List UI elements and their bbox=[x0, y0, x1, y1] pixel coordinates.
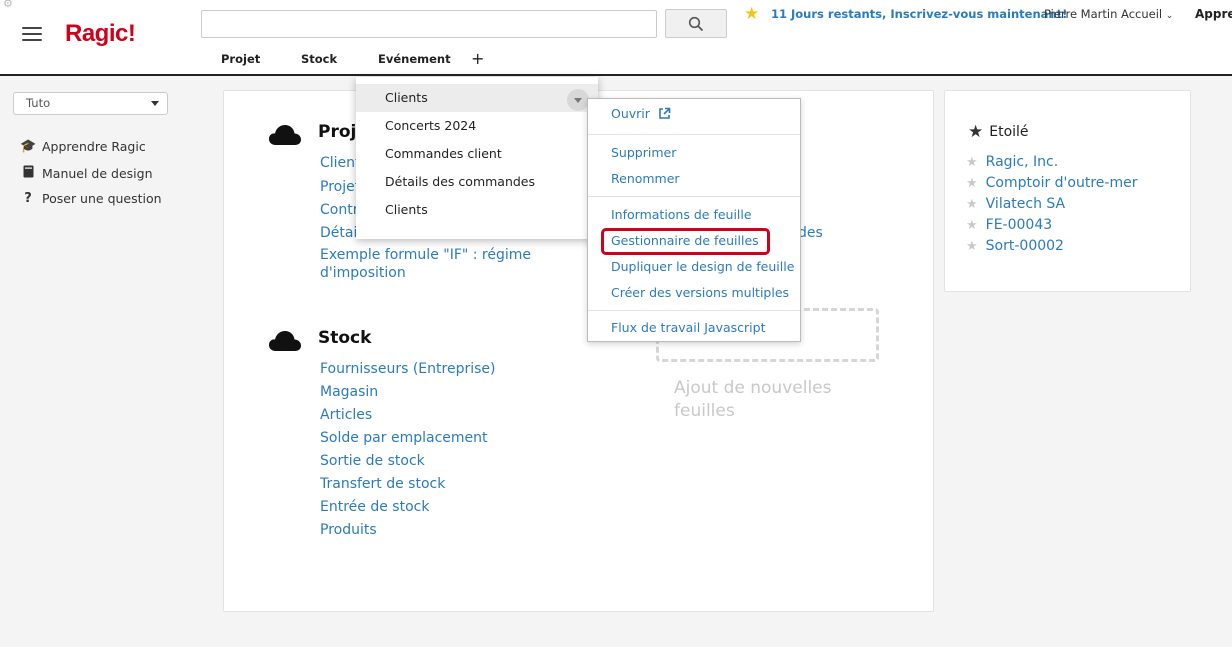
sheet-link[interactable]: Sortie de stock bbox=[320, 453, 425, 469]
delete-menu-item[interactable]: Supprimer bbox=[611, 145, 676, 160]
tab-dropdown-menu: Clients Concerts 2024 Commandes client D… bbox=[356, 77, 598, 239]
sheet-link[interactable]: Exemple formule "IF" : régime bbox=[320, 247, 531, 263]
starred-item[interactable]: ★ Comptoir d'outre-mer bbox=[966, 175, 1137, 191]
book-icon bbox=[20, 165, 36, 182]
learn-menu[interactable]: Appren bbox=[1195, 7, 1232, 21]
starred-panel bbox=[944, 90, 1191, 292]
search-input[interactable] bbox=[201, 10, 657, 38]
starred-item-label: Vilatech SA bbox=[985, 196, 1066, 212]
sidebar-item-label: Apprendre Ragic bbox=[42, 139, 146, 154]
open-menu-item[interactable]: Ouvrir bbox=[611, 106, 671, 121]
tab-evenement[interactable]: Evénement bbox=[378, 52, 451, 66]
star-icon: ★ bbox=[966, 217, 978, 233]
sheet-options-button[interactable] bbox=[567, 89, 589, 111]
multiple-versions-menu-item[interactable]: Créer des versions multiples bbox=[611, 285, 789, 300]
starred-title-label: Etoilé bbox=[989, 124, 1029, 140]
cloud-icon bbox=[269, 125, 301, 145]
gear-icon[interactable]: ⚙ bbox=[3, 0, 13, 10]
caret-down-icon bbox=[151, 101, 159, 106]
menu-item-sheet[interactable]: Concerts 2024 bbox=[356, 112, 598, 140]
chevron-down-icon: ⌄ bbox=[1165, 11, 1174, 21]
sidebar-item-label: Manuel de design bbox=[42, 166, 153, 181]
menu-divider bbox=[588, 196, 800, 197]
trial-star-icon: ★ bbox=[744, 4, 760, 24]
cloud-icon bbox=[269, 331, 301, 351]
top-header: ⚙ Ragic! ★ 11 Jours restants, Inscrivez-… bbox=[0, 0, 1232, 76]
sheet-link[interactable]: Fournisseurs (Entreprise) bbox=[320, 361, 495, 377]
hamburger-menu-icon[interactable] bbox=[22, 27, 42, 41]
menu-item-sheet[interactable]: Commandes client bbox=[356, 140, 598, 168]
menu-item-sheet[interactable]: Détails des commandes bbox=[356, 168, 598, 196]
starred-item-label: Sort-00002 bbox=[985, 238, 1064, 254]
sheet-link[interactable]: Projet bbox=[320, 179, 360, 195]
sheet-link-fragment[interactable]: des bbox=[798, 225, 823, 241]
search-button[interactable] bbox=[665, 9, 727, 38]
open-label: Ouvrir bbox=[611, 106, 650, 121]
sheet-link[interactable]: Transfert de stock bbox=[320, 476, 445, 492]
star-icon: ★ bbox=[966, 175, 978, 191]
star-icon: ★ bbox=[966, 238, 978, 254]
star-icon: ★ bbox=[966, 154, 978, 170]
caret-down-icon bbox=[574, 97, 582, 103]
sheet-link[interactable]: Magasin bbox=[320, 384, 378, 400]
sheet-link[interactable]: Articles bbox=[320, 407, 372, 423]
sheet-link[interactable]: Entrée de stock bbox=[320, 499, 429, 515]
logo[interactable]: Ragic! bbox=[65, 20, 136, 48]
sheet-link[interactable]: Solde par emplacement bbox=[320, 430, 488, 446]
starred-item-label: Ragic, Inc. bbox=[985, 154, 1059, 170]
rename-menu-item[interactable]: Renommer bbox=[611, 171, 680, 186]
starred-item[interactable]: ★ Vilatech SA bbox=[966, 196, 1065, 212]
external-link-icon bbox=[659, 107, 671, 119]
highlight-box bbox=[601, 228, 770, 255]
menu-item-sheet[interactable]: Clients bbox=[356, 84, 598, 112]
account-select[interactable]: Tuto bbox=[13, 92, 168, 115]
menu-item-sheet[interactable]: Clients bbox=[356, 196, 598, 224]
starred-item[interactable]: ★ FE-00043 bbox=[966, 217, 1052, 233]
add-sheets-label: Ajout de nouvelles feuilles bbox=[674, 377, 831, 423]
search-icon bbox=[688, 16, 704, 31]
starred-item-label: Comptoir d'outre-mer bbox=[985, 175, 1138, 191]
star-icon: ★ bbox=[968, 122, 984, 142]
menu-divider bbox=[588, 134, 800, 135]
sidebar-item-manual[interactable]: Manuel de design bbox=[20, 165, 153, 182]
duplicate-design-menu-item[interactable]: Dupliquer le design de feuille bbox=[611, 259, 794, 274]
sidebar-item-label: Poser une question bbox=[42, 191, 162, 206]
sheet-info-menu-item[interactable]: Informations de feuille bbox=[611, 207, 752, 222]
graduation-cap-icon: 🎓 bbox=[20, 139, 37, 154]
sheet-link[interactable]: d'imposition bbox=[320, 265, 406, 281]
trial-signup-link[interactable]: 11 Jours restants, Inscrivez-vous mainte… bbox=[771, 7, 1067, 21]
add-sheets-label-line: feuilles bbox=[674, 401, 735, 421]
question-icon: ? bbox=[24, 191, 32, 206]
starred-item[interactable]: ★ Sort-00002 bbox=[966, 238, 1064, 254]
javascript-workflow-menu-item[interactable]: Flux de travail Javascript bbox=[611, 320, 765, 335]
starred-item-label: FE-00043 bbox=[985, 217, 1053, 233]
sidebar-item-question[interactable]: ? Poser une question bbox=[20, 191, 162, 206]
tab-projet[interactable]: Projet bbox=[221, 52, 260, 66]
user-menu-label: Pierre Martin Accueil bbox=[1044, 7, 1163, 21]
tab-stock[interactable]: Stock bbox=[301, 52, 337, 66]
starred-item[interactable]: ★ Ragic, Inc. bbox=[966, 154, 1058, 170]
star-icon: ★ bbox=[966, 196, 978, 212]
user-menu[interactable]: Pierre Martin Accueil ⌄ bbox=[1044, 7, 1173, 21]
sheet-link[interactable]: Produits bbox=[320, 522, 377, 538]
starred-title: ★ Etoilé bbox=[968, 122, 1029, 142]
add-tab-icon[interactable]: + bbox=[471, 49, 484, 68]
sidebar-item-learn[interactable]: 🎓 Apprendre Ragic bbox=[20, 139, 146, 154]
account-select-value: Tuto bbox=[26, 96, 51, 110]
add-sheets-label-line: Ajout de nouvelles bbox=[674, 378, 832, 398]
section-title-stock: Stock bbox=[318, 328, 372, 348]
menu-divider bbox=[588, 310, 800, 311]
